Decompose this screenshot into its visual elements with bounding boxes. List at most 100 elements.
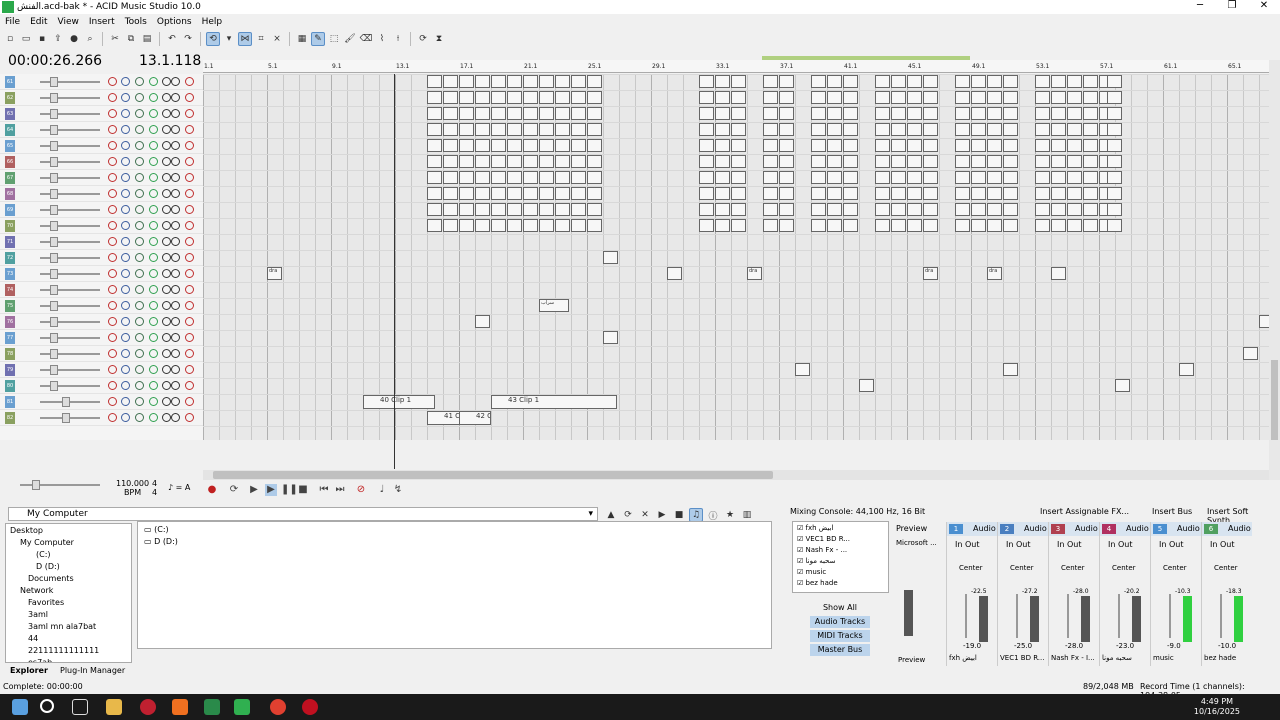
event-clip[interactable] <box>1003 155 1018 168</box>
event-clip[interactable] <box>555 107 570 120</box>
event-clip[interactable] <box>731 75 746 88</box>
solo-icon[interactable] <box>121 173 130 182</box>
event-clip[interactable] <box>459 107 474 120</box>
event-clip[interactable] <box>475 315 490 328</box>
mute-icon[interactable] <box>108 77 117 86</box>
event-clip[interactable] <box>715 203 730 216</box>
event-clip[interactable] <box>1035 91 1050 104</box>
strip-fader[interactable] <box>1067 594 1069 638</box>
event-clip[interactable] <box>571 171 586 184</box>
event-clip[interactable] <box>555 139 570 152</box>
solo-icon[interactable] <box>121 253 130 262</box>
track-volume-slider[interactable] <box>40 273 100 275</box>
fx-icon[interactable] <box>135 397 144 406</box>
event-clip[interactable] <box>763 155 778 168</box>
track-volume-slider[interactable] <box>40 321 100 323</box>
file-item[interactable]: ▭ D (D:) <box>144 537 178 546</box>
event-clip[interactable] <box>539 139 554 152</box>
insert-fx-button[interactable]: Insert Assignable FX... <box>1040 507 1129 516</box>
event-clip[interactable] <box>475 75 490 88</box>
event-clip[interactable] <box>587 91 602 104</box>
slider-knob[interactable] <box>50 125 58 135</box>
event-clip[interactable] <box>891 203 906 216</box>
event-clip[interactable] <box>891 219 906 232</box>
event-clip[interactable] <box>811 75 826 88</box>
event-clip[interactable] <box>763 203 778 216</box>
event-clip[interactable] <box>587 123 602 136</box>
slider-knob[interactable] <box>50 205 58 215</box>
event-clip[interactable] <box>955 91 970 104</box>
track-header[interactable]: 63 <box>0 106 203 122</box>
tree-item[interactable]: 22111111111111 <box>28 646 99 655</box>
menu-insert[interactable]: Insert <box>84 17 120 27</box>
mute-icon[interactable] <box>108 109 117 118</box>
mute-icon[interactable] <box>108 205 117 214</box>
event-clip[interactable] <box>891 91 906 104</box>
menu-options[interactable]: Options <box>152 17 197 27</box>
track-scrollbar[interactable] <box>1269 60 1280 480</box>
event-clip[interactable] <box>827 155 842 168</box>
fx-icon[interactable] <box>135 157 144 166</box>
dropdown-icon[interactable] <box>162 269 171 278</box>
event-clip[interactable] <box>555 75 570 88</box>
event-clip[interactable] <box>907 123 922 136</box>
event-clip[interactable] <box>811 107 826 120</box>
metronome-toggle-icon[interactable]: ♩ <box>376 484 388 496</box>
event-clip[interactable] <box>907 219 922 232</box>
track-volume-slider[interactable] <box>40 129 100 131</box>
strip-fader[interactable] <box>965 594 967 638</box>
event-clip[interactable] <box>1083 107 1098 120</box>
event-clip[interactable] <box>491 171 506 184</box>
mixer-list-item[interactable]: ☑ bez hade <box>797 579 838 587</box>
tree-item[interactable]: D (D:) <box>36 562 60 571</box>
track-volume-slider[interactable] <box>40 289 100 291</box>
dropdown-icon[interactable] <box>162 397 171 406</box>
select-tool-icon[interactable]: ⬚ <box>327 32 341 46</box>
slider-knob[interactable] <box>62 413 70 423</box>
fx-icon[interactable] <box>135 77 144 86</box>
strip-pan[interactable]: Center <box>959 564 983 572</box>
app-red-icon[interactable] <box>140 699 156 715</box>
tree-item[interactable]: Documents <box>28 574 74 583</box>
arm-icon[interactable] <box>149 141 158 150</box>
folder-tree[interactable]: Desktop My Computer (C:) D (D:) Documents Net… <box>5 523 132 663</box>
go-to-end-icon[interactable]: ⏭ <box>334 484 346 496</box>
event-clip[interactable] <box>427 187 442 200</box>
event-clip[interactable] <box>1051 203 1066 216</box>
dropdown-icon[interactable] <box>162 285 171 294</box>
solo-icon[interactable] <box>121 269 130 278</box>
mute-icon[interactable] <box>108 189 117 198</box>
alert-icon[interactable] <box>185 397 194 406</box>
event-clip[interactable] <box>523 91 538 104</box>
user-icon[interactable]: ● <box>67 32 81 46</box>
file-item[interactable]: ▭ (C:) <box>144 525 169 534</box>
event-clip[interactable] <box>1083 203 1098 216</box>
track-header[interactable]: 66 <box>0 154 203 170</box>
mixer-list-item[interactable]: ☑ VEC1 BD R... <box>797 535 850 543</box>
tab-explorer[interactable]: Explorer <box>10 666 48 675</box>
event-clip[interactable] <box>603 331 618 344</box>
bypass-icon[interactable] <box>171 237 180 246</box>
start-icon[interactable] <box>12 699 28 715</box>
event-clip[interactable] <box>779 91 794 104</box>
refresh-folder-icon[interactable]: ⟳ <box>621 508 635 522</box>
auto-crossfade-icon[interactable]: ⨯ <box>270 32 284 46</box>
event-clip[interactable] <box>491 123 506 136</box>
event-clip[interactable] <box>811 203 826 216</box>
event-clip[interactable] <box>1035 187 1050 200</box>
event-clip[interactable] <box>1067 107 1082 120</box>
track-volume-slider[interactable] <box>40 353 100 355</box>
track-header[interactable]: 81 <box>0 394 203 410</box>
dropdown-icon[interactable] <box>162 301 171 310</box>
event-clip[interactable] <box>1083 123 1098 136</box>
event-clip[interactable] <box>715 107 730 120</box>
event-clip[interactable] <box>779 219 794 232</box>
event-clip[interactable] <box>667 267 682 280</box>
event-clip[interactable] <box>715 75 730 88</box>
event-clip[interactable] <box>1003 219 1018 232</box>
strip-fader[interactable] <box>1016 594 1018 638</box>
event-clip[interactable] <box>427 75 442 88</box>
solo-icon[interactable] <box>121 365 130 374</box>
event-clip[interactable] <box>827 171 842 184</box>
arm-icon[interactable] <box>149 205 158 214</box>
